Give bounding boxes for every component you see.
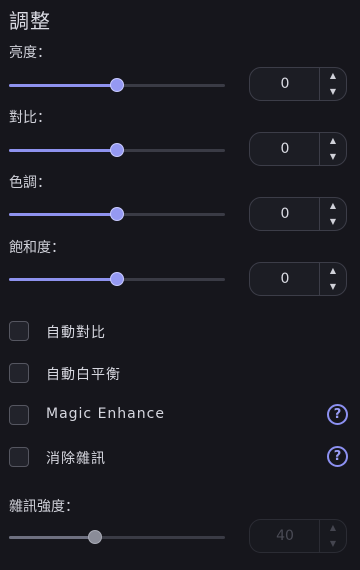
hue-label: 色調： — [9, 175, 51, 191]
caret-down-icon[interactable]: ▼ — [320, 84, 346, 100]
caret-down-icon[interactable]: ▼ — [320, 536, 346, 552]
saturation-label: 飽和度： — [9, 240, 65, 256]
caret-up-icon[interactable]: ▲ — [320, 263, 346, 279]
slider-fill — [9, 149, 117, 152]
contrast-label: 對比： — [9, 110, 51, 126]
help-circle-icon[interactable]: ? — [327, 446, 348, 467]
noise-strength-value[interactable]: 40 — [250, 520, 320, 552]
auto-contrast-label: 自動對比 — [46, 325, 106, 341]
noise-strength-slider[interactable] — [9, 529, 225, 545]
brightness-value[interactable]: 0 — [250, 68, 320, 100]
spin-arrows: ▲ ▼ — [319, 263, 346, 295]
caret-up-icon[interactable]: ▲ — [320, 133, 346, 149]
brightness-spinbox[interactable]: 0 ▲ ▼ — [249, 67, 347, 101]
magic-enhance-option[interactable]: Magic Enhance ? — [9, 404, 349, 427]
caret-up-icon[interactable]: ▲ — [320, 198, 346, 214]
brightness-label: 亮度： — [9, 45, 51, 61]
hue-value[interactable]: 0 — [250, 198, 320, 230]
spin-arrows: ▲ ▼ — [319, 520, 346, 552]
hue-spinbox[interactable]: 0 ▲ ▼ — [249, 197, 347, 231]
saturation-spinbox[interactable]: 0 ▲ ▼ — [249, 262, 347, 296]
auto-white-balance-checkbox[interactable] — [9, 363, 29, 383]
contrast-value[interactable]: 0 — [250, 133, 320, 165]
magic-enhance-checkbox[interactable] — [9, 405, 29, 425]
slider-thumb[interactable] — [110, 78, 124, 92]
spin-arrows: ▲ ▼ — [319, 198, 346, 230]
slider-fill — [9, 84, 117, 87]
brightness-slider[interactable] — [9, 77, 225, 93]
panel-title: 調整 — [9, 9, 51, 33]
saturation-value[interactable]: 0 — [250, 263, 320, 295]
auto-contrast-checkbox[interactable] — [9, 321, 29, 341]
slider-thumb[interactable] — [110, 207, 124, 221]
auto-contrast-option[interactable]: 自動對比 — [9, 321, 349, 343]
help-circle-icon[interactable]: ? — [327, 404, 348, 425]
denoise-checkbox[interactable] — [9, 447, 29, 467]
caret-down-icon[interactable]: ▼ — [320, 279, 346, 295]
slider-fill — [9, 536, 96, 539]
adjust-panel: 調整 亮度： 0 ▲ ▼ 對比： 0 ▲ ▼ 色調： 0 ▲ ▼ 飽和度： 0 … — [0, 0, 360, 570]
slider-thumb[interactable] — [88, 530, 103, 544]
slider-fill — [9, 213, 117, 216]
denoise-option[interactable]: 消除雜訊 ? — [9, 446, 349, 469]
hue-slider[interactable] — [9, 206, 225, 222]
caret-down-icon[interactable]: ▼ — [320, 149, 346, 165]
auto-white-balance-label: 自動白平衡 — [46, 367, 121, 383]
contrast-spinbox[interactable]: 0 ▲ ▼ — [249, 132, 347, 166]
auto-white-balance-option[interactable]: 自動白平衡 — [9, 363, 349, 385]
contrast-slider[interactable] — [9, 142, 225, 158]
magic-enhance-label: Magic Enhance — [46, 406, 165, 422]
noise-strength-spinbox[interactable]: 40 ▲ ▼ — [249, 519, 347, 553]
slider-fill — [9, 278, 117, 281]
slider-thumb[interactable] — [110, 143, 124, 157]
denoise-label: 消除雜訊 — [46, 451, 106, 467]
noise-strength-label: 雜訊強度： — [9, 499, 79, 515]
spin-arrows: ▲ ▼ — [319, 68, 346, 100]
caret-up-icon[interactable]: ▲ — [320, 68, 346, 84]
caret-up-icon[interactable]: ▲ — [320, 520, 346, 536]
saturation-slider[interactable] — [9, 271, 225, 287]
slider-thumb[interactable] — [110, 272, 124, 286]
spin-arrows: ▲ ▼ — [319, 133, 346, 165]
caret-down-icon[interactable]: ▼ — [320, 214, 346, 230]
